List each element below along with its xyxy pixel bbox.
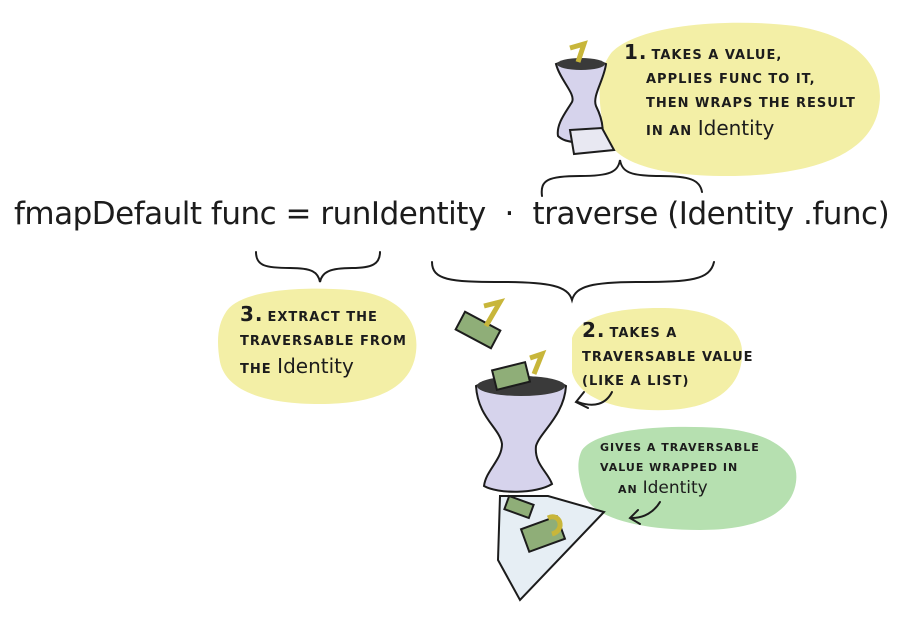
- note-2-line-1-text: TAKES A: [609, 326, 678, 341]
- note-4-line-3: AN Identity: [600, 478, 760, 500]
- note-1-number: 1.: [624, 40, 648, 64]
- formula-run-identity: runIdentity: [320, 196, 486, 232]
- note-3: 3. EXTRACT THE TRAVERSABLE FROM THE Ident…: [240, 302, 407, 382]
- note-3-line-1: 3. EXTRACT THE: [240, 302, 407, 330]
- note-2-line-2: TRAVERSABLE VALUE: [582, 350, 754, 365]
- note-3-identity: Identity: [277, 354, 354, 378]
- note-2-number: 2.: [582, 318, 606, 342]
- note-3-line-3: THE Identity: [240, 354, 407, 382]
- note-3-line-1-text: EXTRACT THE: [267, 310, 378, 325]
- note-1-line-3: THEN WRAPS THE RESULT: [646, 96, 856, 111]
- identity-diagram: fmapDefault func = runIdentity · travers…: [0, 0, 900, 624]
- formula-name: fmapDefault: [14, 196, 202, 232]
- brace-run-identity: [255, 251, 381, 283]
- formula: fmapDefault func = runIdentity · travers…: [14, 196, 890, 232]
- note-2-line-3: (LIKE A LIST): [582, 374, 690, 389]
- formula-inner: (Identity .func): [667, 196, 890, 232]
- formula-dot: ·: [504, 196, 514, 232]
- note-1-line-4-prefix: IN AN: [646, 124, 693, 139]
- note-1-line-4: IN AN Identity: [624, 116, 856, 144]
- note-1: 1. TAKES A VALUE, APPLIES func TO IT, THE…: [624, 40, 856, 144]
- note-2: 2. TAKES A TRAVERSABLE VALUE (LIKE A LIST…: [582, 318, 754, 394]
- list-box-top-icon: [454, 298, 506, 350]
- formula-traverse: traverse: [532, 196, 659, 232]
- formula-equals: =: [285, 196, 312, 232]
- note-3-line-2: TRAVERSABLE FROM: [240, 334, 407, 349]
- note-3-line-3-prefix: THE: [240, 362, 272, 377]
- note-1-line-1: 1. TAKES A VALUE,: [624, 40, 856, 68]
- note-4-identity: Identity: [642, 478, 708, 498]
- note-3-number: 3.: [240, 302, 264, 326]
- note-1-line-1-text: TAKES A VALUE,: [651, 48, 783, 63]
- note-4-line-2: VALUE WRAPPED IN: [600, 461, 739, 474]
- note-4: GIVES A TRAVERSABLE VALUE WRAPPED IN AN …: [600, 438, 760, 500]
- formula-arg: func: [210, 196, 277, 232]
- note-1-identity: Identity: [697, 116, 775, 140]
- note-4-line-1: GIVES A TRAVERSABLE: [600, 441, 760, 454]
- note-4-line-3-prefix: AN: [618, 483, 638, 496]
- note-2-line-1: 2. TAKES A: [582, 318, 754, 346]
- brace-traverse: [431, 261, 715, 304]
- arrow-to-funnel-head-icon: [574, 391, 589, 409]
- note-1-line-2: APPLIES func TO IT,: [646, 72, 816, 87]
